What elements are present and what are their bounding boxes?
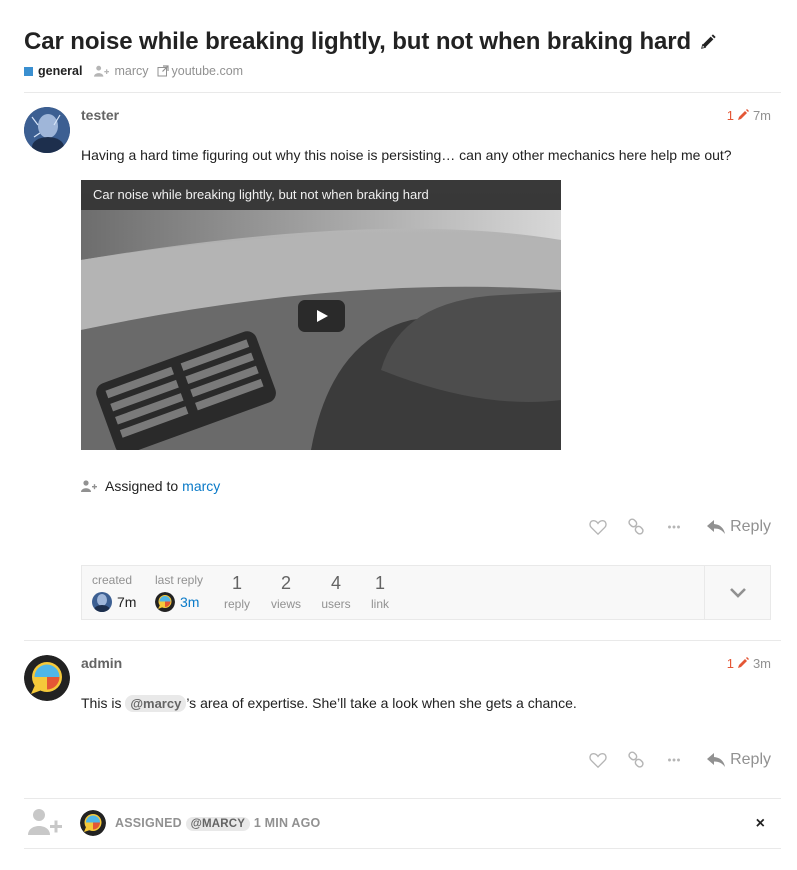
pencil-icon[interactable]	[737, 657, 749, 669]
more-options-icon[interactable]	[665, 751, 683, 769]
external-link-icon	[157, 65, 169, 77]
reply-label: Reply	[730, 518, 771, 535]
close-icon[interactable]: ×	[756, 815, 765, 833]
link-icon[interactable]	[627, 751, 645, 769]
action-time[interactable]: 1 MIN AGO	[254, 816, 321, 830]
assigned-prefix: Assigned to	[105, 478, 179, 494]
more-options-icon[interactable]	[665, 518, 683, 536]
assignee-link[interactable]: marcy	[114, 64, 148, 78]
action-label: ASSIGNED	[115, 816, 182, 830]
play-button[interactable]	[298, 300, 345, 332]
created-cell[interactable]: created 7m	[92, 573, 136, 612]
link-icon[interactable]	[627, 518, 645, 536]
post-2: admin 1 3m This is @marcy’s area of expe…	[24, 655, 781, 795]
assignment-small-action: ASSIGNED @MARCY 1 MIN AGO ×	[24, 800, 781, 848]
stat-value: 1	[231, 573, 242, 593]
avatar[interactable]	[155, 592, 175, 612]
small-action-text: ASSIGNED @MARCY 1 MIN AGO	[115, 816, 321, 831]
avatar[interactable]	[24, 107, 70, 153]
stat-value: 4	[330, 573, 341, 593]
reply-label: Reply	[730, 751, 771, 768]
divider	[24, 798, 781, 799]
stat-users: 4 users	[319, 573, 353, 611]
stat-label: link	[370, 597, 389, 611]
stat-value: 1	[374, 573, 385, 593]
stat-replies: 1 reply	[222, 573, 252, 611]
edit-count[interactable]: 1	[727, 656, 734, 671]
avatar[interactable]	[24, 655, 70, 701]
video-title[interactable]: Car noise while breaking lightly, but no…	[81, 180, 561, 210]
user-plus-icon	[94, 65, 110, 77]
stat-label: reply	[223, 597, 250, 611]
category-badge-icon	[24, 66, 33, 76]
chevron-down-icon	[729, 587, 746, 598]
topic-title[interactable]: Car noise while breaking lightly, but no…	[24, 28, 691, 56]
stat-label: views	[270, 597, 301, 611]
username[interactable]: admin	[81, 655, 122, 671]
divider	[24, 640, 781, 641]
created-age: 7m	[117, 594, 137, 610]
pencil-icon[interactable]	[699, 33, 717, 51]
video-embed[interactable]: Car noise while breaking lightly, but no…	[81, 180, 561, 450]
user-plus-icon	[28, 809, 62, 835]
like-heart-icon[interactable]	[589, 518, 607, 536]
reply-arrow-icon	[707, 753, 726, 767]
assigned-user-link[interactable]: marcy	[182, 478, 220, 494]
post-age[interactable]: 7m	[753, 108, 771, 123]
edit-count[interactable]: 1	[727, 108, 734, 123]
user-mention[interactable]: @MARCY	[185, 817, 251, 831]
expand-topic-map-button[interactable]	[704, 566, 770, 619]
stat-links: 1 link	[367, 573, 393, 611]
post-text: This is @marcy’s area of expertise. She’…	[81, 693, 771, 714]
divider	[24, 92, 781, 93]
avatar[interactable]	[80, 810, 106, 836]
topic-domain[interactable]: youtube.com	[172, 64, 244, 78]
category-link[interactable]: general	[38, 64, 82, 78]
post-info: 1 3m	[727, 656, 771, 671]
topic-map: created 7m last reply 3m 1 reply 2 views…	[81, 565, 771, 620]
reply-button[interactable]: Reply	[707, 518, 771, 536]
user-mention[interactable]: @marcy	[125, 695, 187, 712]
user-plus-icon	[81, 480, 97, 492]
like-heart-icon[interactable]	[589, 751, 607, 769]
assigned-note: Assigned to marcy	[81, 478, 771, 494]
reply-arrow-icon	[707, 520, 726, 534]
post-actions: Reply	[569, 751, 771, 769]
stat-value: 2	[280, 573, 291, 593]
avatar[interactable]	[92, 592, 112, 612]
divider	[24, 848, 781, 849]
stat-label: users	[321, 597, 351, 611]
pencil-icon[interactable]	[737, 109, 749, 121]
created-label: created	[92, 573, 133, 587]
post-text: Having a hard time figuring out why this…	[81, 147, 732, 163]
last-reply-cell[interactable]: last reply 3m	[155, 573, 203, 612]
username[interactable]: tester	[81, 107, 119, 123]
post-age[interactable]: 3m	[753, 656, 771, 671]
post-text-start: This is	[81, 695, 122, 711]
topic-header: Car noise while breaking lightly, but no…	[24, 28, 784, 78]
last-reply-label: last reply	[155, 573, 204, 587]
reply-button[interactable]: Reply	[707, 751, 771, 769]
post-info: 1 7m	[727, 108, 771, 123]
post-text-end: ’s area of expertise. She’ll take a look…	[186, 695, 577, 711]
stat-views: 2 views	[268, 573, 304, 611]
post-1: tester 1 7m Having a hard time figuring …	[24, 107, 781, 627]
post-actions: Reply	[569, 518, 771, 536]
last-reply-age: 3m	[180, 594, 200, 610]
